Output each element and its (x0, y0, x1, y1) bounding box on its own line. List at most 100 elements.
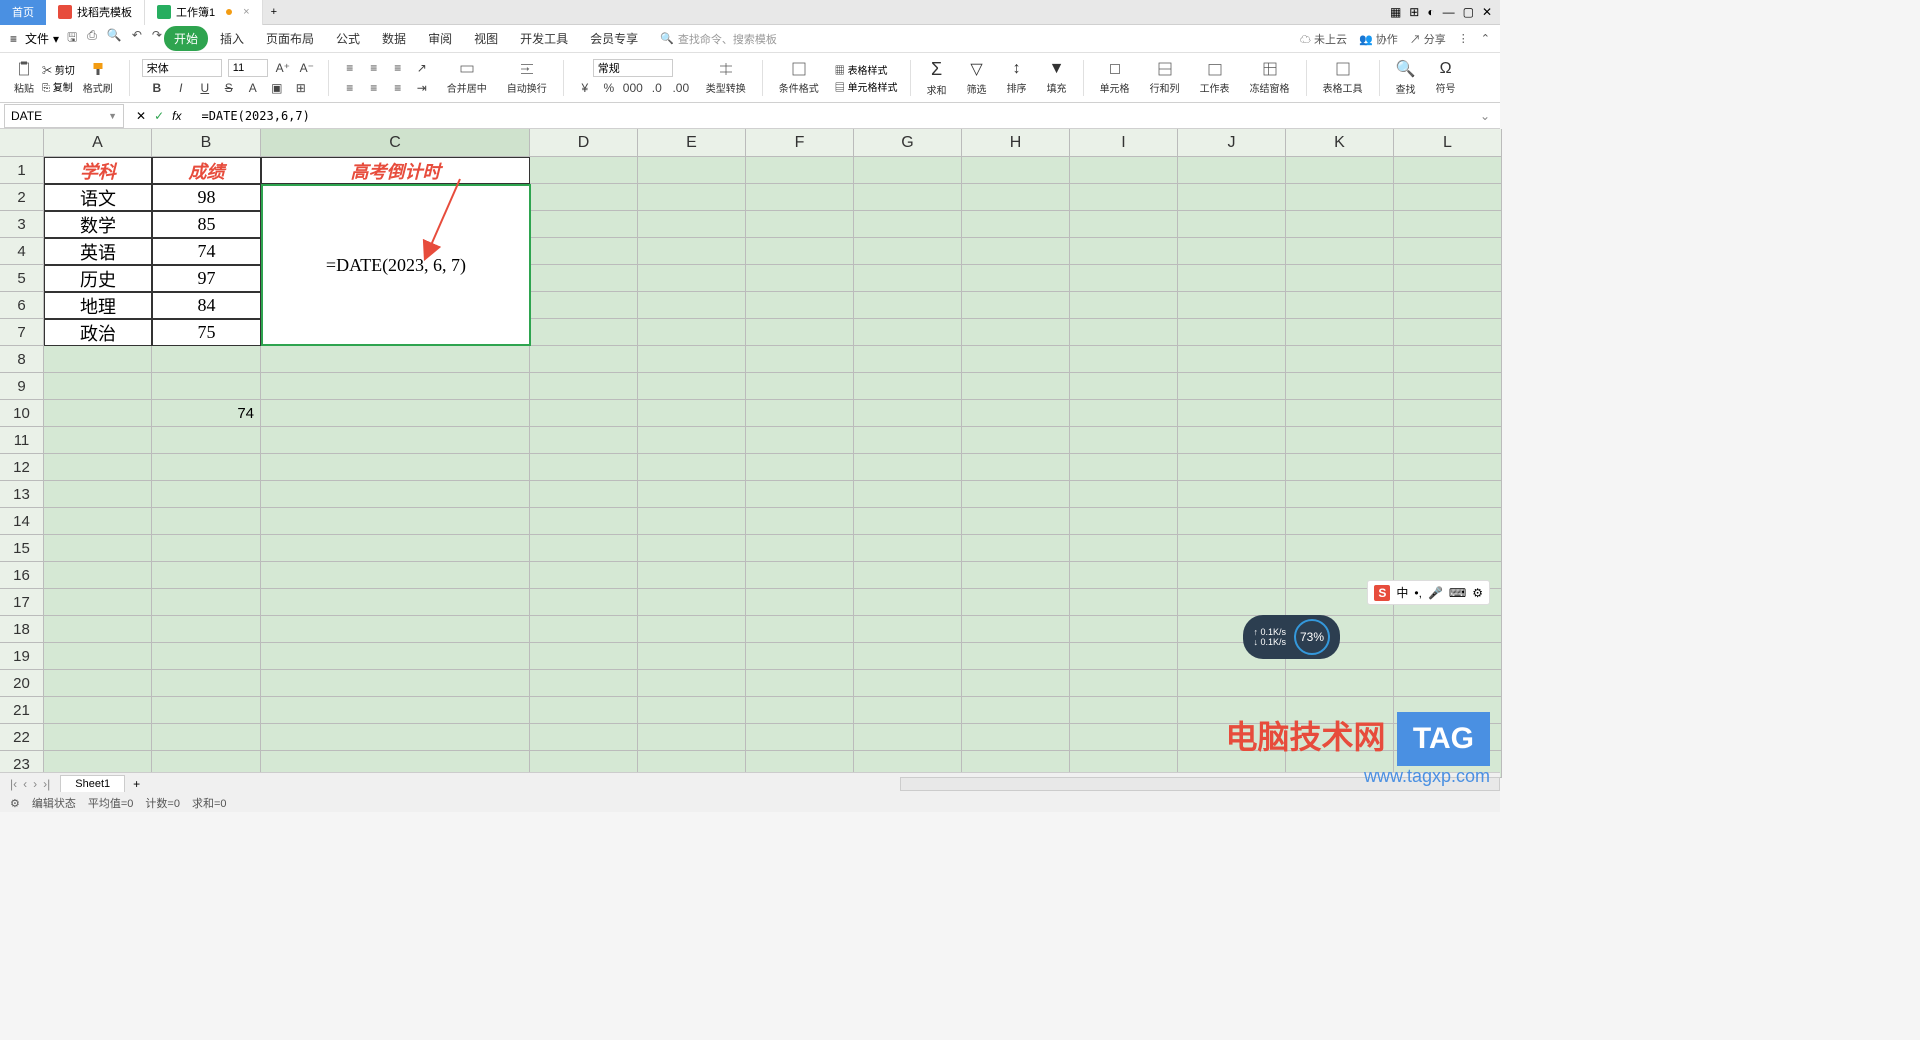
save-icon[interactable]: 🖫 (67, 28, 77, 49)
cell-B17[interactable] (152, 589, 261, 616)
comma-icon[interactable]: 000 (624, 79, 642, 97)
cell-D15[interactable] (530, 535, 638, 562)
accept-formula-icon[interactable]: ✓ (154, 109, 164, 123)
cell-A19[interactable] (44, 643, 152, 670)
format-painter-button[interactable]: 格式刷 (79, 58, 117, 97)
size-select[interactable] (228, 59, 268, 77)
spreadsheet[interactable]: ABCDEFGHIJKL 123456789101112131415161718… (0, 129, 1500, 769)
collab-button[interactable]: 👥 协作 (1359, 31, 1398, 47)
cell-C8[interactable] (261, 346, 530, 373)
cell-K14[interactable] (1286, 508, 1394, 535)
cell-D20[interactable] (530, 670, 638, 697)
cell-I1[interactable] (1070, 157, 1178, 184)
fill-button[interactable]: ▼填充 (1043, 58, 1071, 97)
cell-F14[interactable] (746, 508, 854, 535)
cell-J7[interactable] (1178, 319, 1286, 346)
row-header-18[interactable]: 18 (0, 616, 44, 643)
cell-L1[interactable] (1394, 157, 1502, 184)
wrap-button[interactable]: 自动换行 (503, 58, 551, 97)
cell-F2[interactable] (746, 184, 854, 211)
cell-H5[interactable] (962, 265, 1070, 292)
cell-A2[interactable]: 语文 (44, 184, 152, 211)
cell-K7[interactable] (1286, 319, 1394, 346)
cell-H6[interactable] (962, 292, 1070, 319)
cell-J17[interactable] (1178, 589, 1286, 616)
cell-B10[interactable]: 74 (152, 400, 261, 427)
cell-I8[interactable] (1070, 346, 1178, 373)
cell-E6[interactable] (638, 292, 746, 319)
percent-icon[interactable]: % (600, 79, 618, 97)
cell-G18[interactable] (854, 616, 962, 643)
cell-G8[interactable] (854, 346, 962, 373)
cell-H22[interactable] (962, 724, 1070, 751)
cell-L5[interactable] (1394, 265, 1502, 292)
orientation-icon[interactable]: ↗ (413, 59, 431, 77)
cell-K4[interactable] (1286, 238, 1394, 265)
cell-H7[interactable] (962, 319, 1070, 346)
menu-tab-layout[interactable]: 页面布局 (256, 26, 324, 51)
ime-mic-icon[interactable]: 🎤 (1428, 586, 1443, 600)
cell-F5[interactable] (746, 265, 854, 292)
cell-E3[interactable] (638, 211, 746, 238)
cell-C9[interactable] (261, 373, 530, 400)
merge-button[interactable]: 合并居中 (443, 58, 491, 97)
cell-I3[interactable] (1070, 211, 1178, 238)
col-header-E[interactable]: E (638, 129, 746, 157)
row-header-8[interactable]: 8 (0, 346, 44, 373)
print-icon[interactable]: ⎙ (87, 28, 97, 49)
cell-C18[interactable] (261, 616, 530, 643)
row-header-10[interactable]: 10 (0, 400, 44, 427)
cell-B18[interactable] (152, 616, 261, 643)
cell-D22[interactable] (530, 724, 638, 751)
cell-K20[interactable] (1286, 670, 1394, 697)
cell-L20[interactable] (1394, 670, 1502, 697)
first-sheet-icon[interactable]: |‹ (10, 777, 17, 791)
cell-B21[interactable] (152, 697, 261, 724)
font-color-button[interactable]: A (244, 79, 262, 97)
formula-input[interactable]: =DATE(2023,6,7) (193, 109, 1469, 123)
cell-H17[interactable] (962, 589, 1070, 616)
cell-C16[interactable] (261, 562, 530, 589)
cell-J2[interactable] (1178, 184, 1286, 211)
col-header-B[interactable]: B (152, 129, 261, 157)
cell-I7[interactable] (1070, 319, 1178, 346)
table-tool-button[interactable]: 表格工具 (1319, 58, 1367, 97)
col-header-A[interactable]: A (44, 129, 152, 157)
cell-C15[interactable] (261, 535, 530, 562)
cell-L4[interactable] (1394, 238, 1502, 265)
menu-tab-view[interactable]: 视图 (464, 26, 508, 51)
cell-F3[interactable] (746, 211, 854, 238)
cell-D9[interactable] (530, 373, 638, 400)
cell-J11[interactable] (1178, 427, 1286, 454)
menu-tab-member[interactable]: 会员专享 (580, 26, 648, 51)
row-header-19[interactable]: 19 (0, 643, 44, 670)
col-header-K[interactable]: K (1286, 129, 1394, 157)
cell-H9[interactable] (962, 373, 1070, 400)
cond-format-button[interactable]: 条件格式 (775, 58, 823, 97)
cell-I4[interactable] (1070, 238, 1178, 265)
currency-icon[interactable]: ¥ (576, 79, 594, 97)
cell-E18[interactable] (638, 616, 746, 643)
cell-B11[interactable] (152, 427, 261, 454)
cell-A15[interactable] (44, 535, 152, 562)
cell-F6[interactable] (746, 292, 854, 319)
row-header-3[interactable]: 3 (0, 211, 44, 238)
cell-B13[interactable] (152, 481, 261, 508)
cell-G21[interactable] (854, 697, 962, 724)
cell-F9[interactable] (746, 373, 854, 400)
row-header-16[interactable]: 16 (0, 562, 44, 589)
cell-D3[interactable] (530, 211, 638, 238)
cell-K9[interactable] (1286, 373, 1394, 400)
copy-button[interactable]: ⎘ 复制 (42, 79, 75, 94)
user-icon[interactable]: ◐ (1427, 5, 1434, 19)
cut-button[interactable]: ✂ 剪切 (42, 62, 75, 77)
cell-J13[interactable] (1178, 481, 1286, 508)
freeze-button[interactable]: 冻结窗格 (1246, 58, 1294, 97)
row-header-4[interactable]: 4 (0, 238, 44, 265)
cell-J4[interactable] (1178, 238, 1286, 265)
redo-icon[interactable]: ↷ (152, 28, 162, 49)
chevron-up-icon[interactable]: ⌃ (1481, 32, 1490, 45)
cell-D14[interactable] (530, 508, 638, 535)
cell-H11[interactable] (962, 427, 1070, 454)
cell-C21[interactable] (261, 697, 530, 724)
